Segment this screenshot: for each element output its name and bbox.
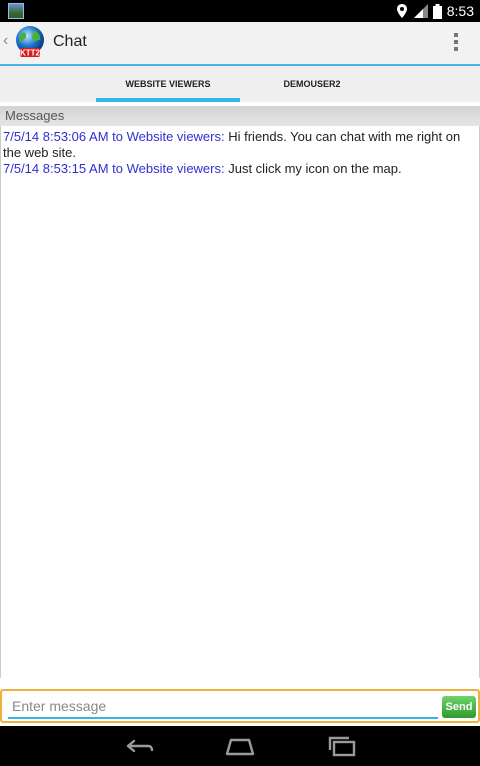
send-button[interactable]: Send	[442, 696, 476, 718]
back-chevron-icon[interactable]: ‹	[3, 32, 8, 50]
message-text: Just click my icon on the map.	[224, 161, 402, 176]
app-notification-icon	[8, 3, 24, 19]
overflow-menu-icon[interactable]	[454, 33, 458, 51]
status-time: 8:53	[446, 3, 474, 19]
message-meta: 7/5/14 8:53:06 AM to Website viewers:	[3, 129, 225, 144]
message-item: 7/5/14 8:53:15 AM to Website viewers: Ju…	[3, 161, 475, 177]
message-input[interactable]	[8, 695, 438, 719]
message-list[interactable]: 7/5/14 8:53:06 AM to Website viewers: Hi…	[0, 126, 480, 678]
navigation-bar	[0, 726, 480, 766]
home-icon[interactable]	[223, 734, 257, 758]
message-item: 7/5/14 8:53:06 AM to Website viewers: Hi…	[3, 129, 475, 160]
signal-icon	[413, 4, 428, 18]
page-title: Chat	[53, 33, 87, 50]
tab-demouser2[interactable]: DEMOUSER2	[240, 66, 384, 102]
message-composer: Send	[0, 689, 480, 723]
logo-text: KTT2	[20, 49, 41, 58]
app-logo-globe-icon[interactable]: KTT2	[13, 25, 47, 59]
back-icon[interactable]	[122, 734, 156, 758]
location-icon	[396, 4, 407, 18]
battery-icon	[432, 3, 442, 19]
chat-tabs: WEBSITE VIEWERS DEMOUSER2	[0, 66, 480, 102]
tab-website-viewers[interactable]: WEBSITE VIEWERS	[96, 66, 240, 102]
status-bar: 8:53	[0, 0, 480, 22]
recent-apps-icon[interactable]	[325, 734, 359, 758]
status-icons: 8:53	[396, 0, 474, 22]
messages-header: Messages	[0, 106, 480, 126]
message-meta: 7/5/14 8:53:15 AM to Website viewers:	[3, 161, 225, 176]
action-bar: ‹ KTT2 Chat	[0, 22, 480, 66]
